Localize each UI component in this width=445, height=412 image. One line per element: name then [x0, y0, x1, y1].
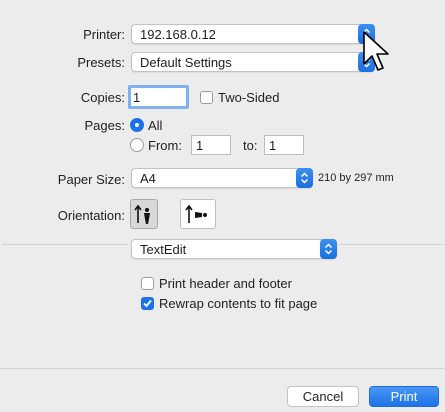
- portrait-icon: [131, 204, 157, 231]
- paper-size-stepper-icon: [296, 168, 313, 188]
- presets-label: Presets:: [77, 55, 125, 70]
- paper-dimensions: 210 by 297 mm: [318, 172, 394, 184]
- app-section-popup[interactable]: TextEdit: [131, 239, 337, 259]
- landscape-orientation-button[interactable]: [180, 199, 216, 229]
- copies-field[interactable]: 1: [128, 85, 189, 109]
- copies-label: Copies:: [80, 90, 125, 105]
- paper-size-label: Paper Size:: [57, 172, 125, 187]
- app-section-value: TextEdit: [140, 242, 187, 257]
- footer-separator: [0, 368, 445, 369]
- printer-value: 192.168.0.12: [140, 27, 216, 42]
- two-sided-label: Two-Sided: [218, 90, 280, 105]
- rewrap-checkbox[interactable]: [141, 297, 154, 310]
- print-header-footer-label: Print header and footer: [159, 276, 292, 291]
- pages-all-label: All: [148, 118, 163, 133]
- pages-to-value: 1: [269, 138, 277, 153]
- pages-from-radio[interactable]: [130, 138, 144, 152]
- paper-size-value: A4: [140, 171, 156, 186]
- section-separator-right: [338, 244, 443, 245]
- presets-popup[interactable]: Default Settings: [131, 52, 375, 72]
- orientation-label: Orientation:: [57, 208, 125, 223]
- cancel-button[interactable]: Cancel: [287, 386, 359, 407]
- presets-value: Default Settings: [140, 55, 232, 70]
- pages-to-field[interactable]: 1: [264, 135, 304, 155]
- pages-from-value: 1: [196, 138, 204, 153]
- print-header-footer-checkbox[interactable]: [141, 277, 154, 290]
- pages-from-label: From:: [148, 138, 182, 153]
- section-separator-left: [2, 244, 128, 245]
- mouse-pointer-icon: [361, 30, 391, 77]
- app-section-stepper-icon: [320, 239, 337, 259]
- printer-popup[interactable]: 192.168.0.12: [131, 24, 375, 44]
- paper-size-popup[interactable]: A4: [131, 168, 313, 188]
- landscape-icon: [181, 204, 215, 231]
- copies-value: 1: [133, 90, 141, 105]
- rewrap-label: Rewrap contents to fit page: [159, 296, 318, 311]
- pages-from-field[interactable]: 1: [191, 135, 231, 155]
- pages-to-label: to:: [243, 138, 258, 153]
- two-sided-checkbox[interactable]: [200, 91, 213, 104]
- print-button[interactable]: Print: [369, 386, 439, 407]
- pages-label: Pages:: [84, 118, 125, 133]
- printer-label: Printer:: [83, 27, 125, 42]
- portrait-orientation-button[interactable]: [130, 199, 158, 229]
- pages-all-radio[interactable]: [130, 118, 144, 132]
